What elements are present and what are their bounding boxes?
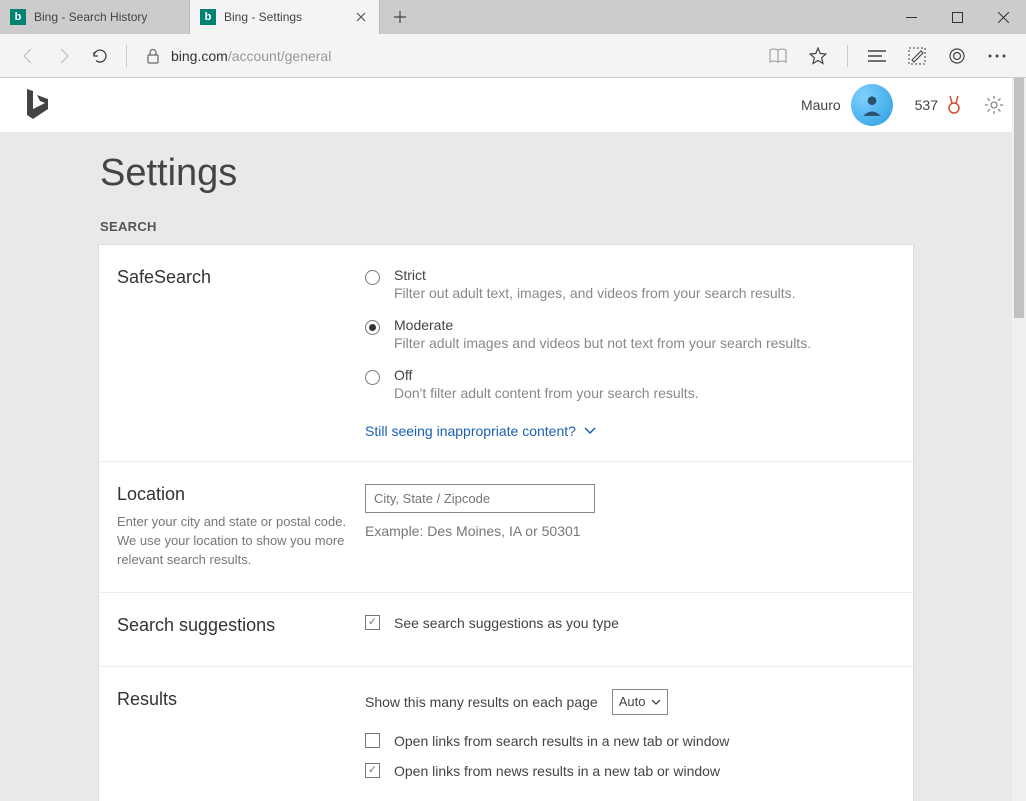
share-icon[interactable] — [938, 38, 976, 74]
results-heading: Results — [117, 689, 349, 710]
tab-title: Bing - Search History — [34, 10, 179, 24]
favorite-star-icon[interactable] — [799, 38, 837, 74]
medal-icon — [946, 96, 962, 114]
select-value: Auto — [619, 694, 646, 709]
option-desc: Filter adult images and videos but not t… — [394, 335, 811, 351]
webnote-icon[interactable] — [898, 38, 936, 74]
window-controls — [888, 0, 1026, 34]
tab-title: Bing - Settings — [224, 10, 353, 24]
location-input[interactable] — [365, 484, 595, 513]
radio-icon — [365, 270, 380, 285]
suggestions-row: Search suggestions See search suggestion… — [99, 593, 913, 667]
refresh-button[interactable] — [82, 38, 118, 74]
separator — [847, 45, 848, 67]
bing-favicon: b — [10, 9, 26, 25]
bing-logo-icon[interactable] — [22, 87, 50, 123]
user-name: Mauro — [801, 97, 841, 113]
reading-view-icon[interactable] — [759, 38, 797, 74]
radio-icon — [365, 320, 380, 335]
safesearch-option-moderate[interactable]: Moderate Filter adult images and videos … — [365, 317, 895, 351]
section-heading: SEARCH — [100, 219, 914, 234]
suggestions-heading: Search suggestions — [117, 615, 349, 636]
safesearch-option-off[interactable]: Off Don't filter adult content from your… — [365, 367, 895, 401]
browser-toolbar: bing.com/account/general — [0, 34, 1026, 78]
site-header: Mauro 537 — [0, 78, 1026, 132]
checkbox-icon — [365, 615, 380, 630]
checkbox-icon — [365, 733, 380, 748]
lock-icon — [135, 38, 171, 74]
more-icon[interactable] — [978, 38, 1016, 74]
safesearch-row: SafeSearch Strict Filter out adult text,… — [99, 245, 913, 462]
link-text: Still seeing inappropriate content? — [365, 423, 576, 439]
bing-favicon: b — [200, 9, 216, 25]
settings-gear-icon[interactable] — [984, 95, 1004, 115]
chevron-down-icon — [584, 427, 596, 435]
suggestions-checkbox[interactable]: See search suggestions as you type — [365, 615, 895, 631]
rewards-points[interactable]: 537 — [915, 96, 962, 114]
checkbox-label: See search suggestions as you type — [394, 615, 619, 631]
browser-tab-settings[interactable]: b Bing - Settings — [190, 0, 380, 34]
new-tab-button[interactable] — [380, 0, 420, 34]
page-viewport: Mauro 537 Settings SEARCH — [0, 78, 1026, 801]
url-domain: bing.com — [171, 48, 228, 64]
open-search-new-tab-checkbox[interactable]: Open links from search results in a new … — [365, 733, 895, 749]
chevron-down-icon — [651, 699, 661, 705]
browser-tab-strip: b Bing - Search History b Bing - Setting… — [0, 0, 1026, 34]
maximize-button[interactable] — [934, 0, 980, 34]
results-per-page-label: Show this many results on each page — [365, 694, 598, 710]
vertical-scrollbar[interactable] — [1012, 78, 1026, 801]
location-example: Example: Des Moines, IA or 50301 — [365, 523, 895, 539]
checkbox-label: Open links from news results in a new ta… — [394, 763, 720, 779]
minimize-button[interactable] — [888, 0, 934, 34]
open-news-new-tab-checkbox[interactable]: Open links from news results in a new ta… — [365, 763, 895, 779]
browser-tab-history[interactable]: b Bing - Search History — [0, 0, 190, 34]
close-window-button[interactable] — [980, 0, 1026, 34]
back-button[interactable] — [10, 38, 46, 74]
close-tab-icon[interactable] — [353, 12, 369, 22]
safesearch-heading: SafeSearch — [117, 267, 349, 288]
address-bar[interactable]: bing.com/account/general — [171, 48, 331, 64]
option-title: Off — [394, 367, 699, 383]
results-per-page-select[interactable]: Auto — [612, 689, 669, 715]
option-desc: Don't filter adult content from your sea… — [394, 385, 699, 401]
location-row: Location Enter your city and state or po… — [99, 462, 913, 593]
location-description: Enter your city and state or postal code… — [117, 513, 349, 570]
radio-icon — [365, 370, 380, 385]
option-title: Strict — [394, 267, 796, 283]
settings-panel: SafeSearch Strict Filter out adult text,… — [98, 244, 914, 801]
hub-icon[interactable] — [858, 38, 896, 74]
option-title: Moderate — [394, 317, 811, 333]
forward-button[interactable] — [46, 38, 82, 74]
option-desc: Filter out adult text, images, and video… — [394, 285, 796, 301]
results-row: Results Show this many results on each p… — [99, 667, 913, 801]
page-title: Settings — [100, 152, 914, 195]
url-path: /account/general — [228, 48, 332, 64]
safesearch-option-strict[interactable]: Strict Filter out adult text, images, an… — [365, 267, 895, 301]
points-value: 537 — [915, 97, 938, 113]
checkbox-icon — [365, 763, 380, 778]
avatar — [851, 84, 893, 126]
location-heading: Location — [117, 484, 349, 505]
checkbox-label: Open links from search results in a new … — [394, 733, 729, 749]
scrollbar-thumb[interactable] — [1014, 78, 1024, 318]
user-profile[interactable]: Mauro — [801, 84, 893, 126]
separator — [126, 45, 127, 67]
inappropriate-content-link[interactable]: Still seeing inappropriate content? — [365, 423, 596, 439]
